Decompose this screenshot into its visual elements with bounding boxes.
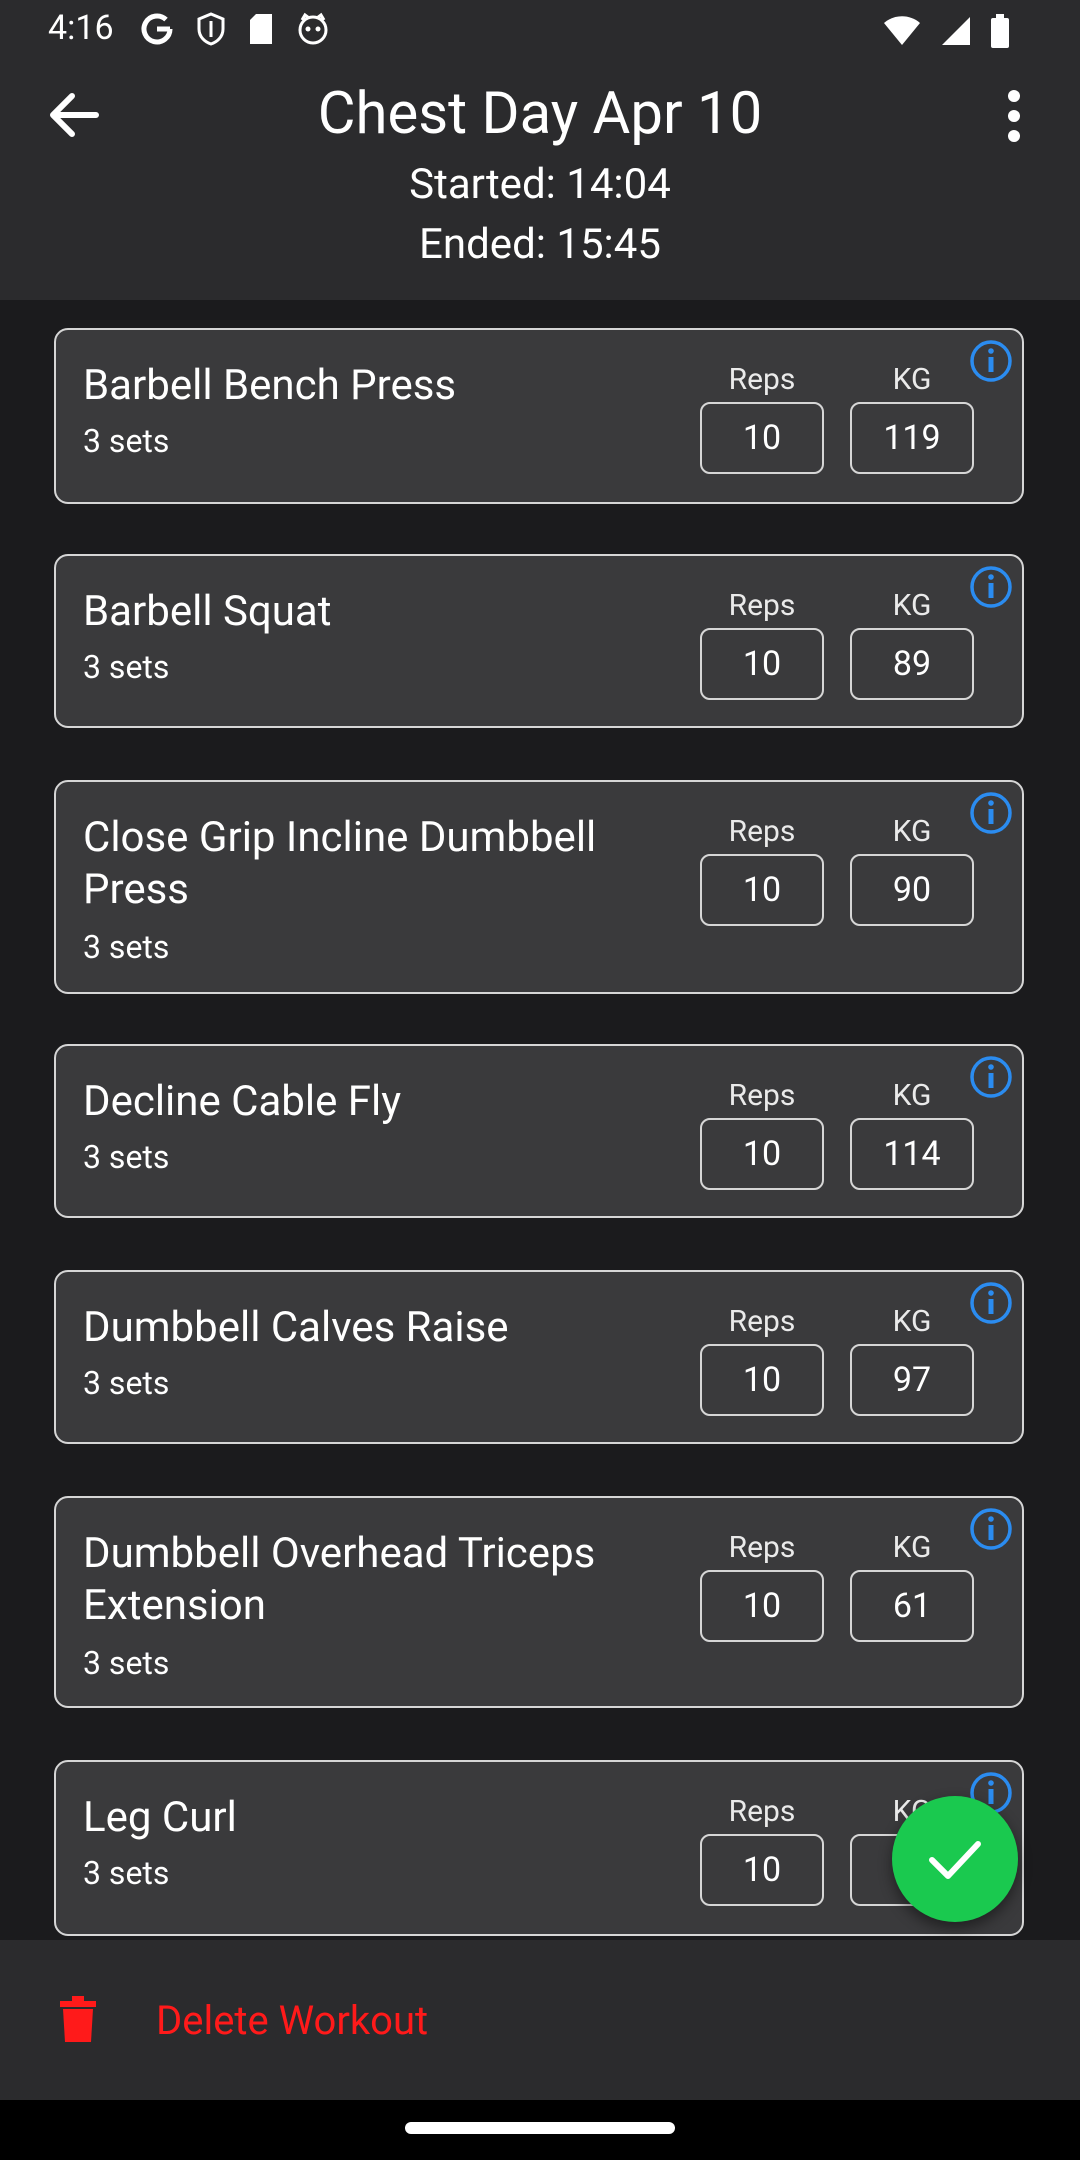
reps-label: Reps [728,814,796,849]
status-bar: 4:16 [0,0,1080,60]
exercise-sets: 3 sets [83,1138,170,1176]
cat-icon [298,12,328,45]
kg-label: KG [892,1304,932,1339]
finish-workout-button[interactable] [892,1796,1018,1922]
reps-label: Reps [728,362,796,397]
exercise-sets: 3 sets [83,422,170,460]
kg-field[interactable]: 61 [850,1570,974,1642]
kg-label: KG [892,362,932,397]
exercise-sets: 3 sets [83,928,170,966]
exercise-card[interactable]: Dumbbell Calves Raise 3 sets Reps KG 10 … [54,1270,1024,1444]
exercise-name: Barbell Bench Press [83,361,457,410]
reps-label: Reps [728,1530,796,1565]
more-options-icon[interactable] [994,86,1034,146]
exercise-card[interactable]: Barbell Squat 3 sets Reps KG 10 89 [54,554,1024,728]
exercise-sets: 3 sets [83,648,170,686]
exercise-card[interactable]: Decline Cable Fly 3 sets Reps KG 10 114 [54,1044,1024,1218]
status-time: 4:16 [48,8,114,48]
reps-field[interactable]: 10 [700,1344,824,1416]
delete-workout-button[interactable]: Delete Workout [58,1940,428,2100]
reps-field[interactable]: 10 [700,1118,824,1190]
reps-field[interactable]: 10 [700,402,824,474]
started-time: Started: 14:04 [409,160,671,209]
exercise-list[interactable]: Barbell Bench Press 3 sets Reps KG 10 11… [0,300,1080,1940]
kg-field[interactable]: 97 [850,1344,974,1416]
kg-field[interactable]: 114 [850,1118,974,1190]
info-icon[interactable] [968,1280,1014,1326]
home-gesture-handle[interactable] [405,2122,675,2134]
check-icon [929,1841,981,1879]
info-icon[interactable] [968,1054,1014,1100]
exercise-card[interactable]: Barbell Bench Press 3 sets Reps KG 10 11… [54,328,1024,504]
exercise-name: Close Grip Incline Dumbbell Press [83,813,597,914]
kg-label: KG [892,814,932,849]
exercise-card[interactable]: Close Grip Incline Dumbbell Press 3 sets… [54,780,1024,994]
battery-icon [991,14,1009,48]
exercise-sets: 3 sets [83,1644,170,1682]
sd-card-icon [250,14,272,44]
google-icon [141,13,173,45]
info-icon[interactable] [968,1506,1014,1552]
app-bar: Chest Day Apr 10 Started: 14:04 Ended: 1… [0,60,1080,300]
delete-workout-label: Delete Workout [156,1996,429,2044]
info-icon[interactable] [968,564,1014,610]
info-icon[interactable] [968,790,1014,836]
kg-field[interactable]: 89 [850,628,974,700]
info-icon[interactable] [968,338,1014,384]
ended-time: Ended: 15:45 [419,220,661,269]
exercise-sets: 3 sets [83,1854,170,1892]
reps-field[interactable]: 10 [700,1834,824,1906]
exercise-sets: 3 sets [83,1364,170,1402]
bottom-action-bar: Delete Workout [0,1940,1080,2100]
exercise-name: Decline Cable Fly [83,1077,402,1126]
reps-label: Reps [728,1078,796,1113]
reps-label: Reps [728,588,796,623]
wifi-icon [884,16,920,45]
signal-icon [942,17,970,45]
system-nav-bar [0,2100,1080,2160]
exercise-card[interactable]: Dumbbell Overhead Triceps Extension 3 se… [54,1496,1024,1708]
kg-label: KG [892,588,932,623]
trash-icon [60,1996,96,2042]
exercise-name: Dumbbell Calves Raise [83,1303,509,1352]
page-title: Chest Day Apr 10 [317,80,763,148]
kg-field[interactable]: 119 [850,402,974,474]
exercise-card[interactable]: Leg Curl 3 sets Reps KG 10 [54,1760,1024,1936]
kg-label: KG [892,1530,932,1565]
kg-label: KG [892,1078,932,1113]
reps-field[interactable]: 10 [700,1570,824,1642]
exercise-name: Leg Curl [83,1793,237,1842]
kg-field[interactable]: 90 [850,854,974,926]
reps-field[interactable]: 10 [700,628,824,700]
exercise-name: Barbell Squat [83,587,332,636]
reps-field[interactable]: 10 [700,854,824,926]
exercise-name: Dumbbell Overhead Triceps Extension [83,1529,596,1630]
shield-icon [197,12,225,46]
reps-label: Reps [728,1304,796,1339]
reps-label: Reps [728,1794,796,1829]
